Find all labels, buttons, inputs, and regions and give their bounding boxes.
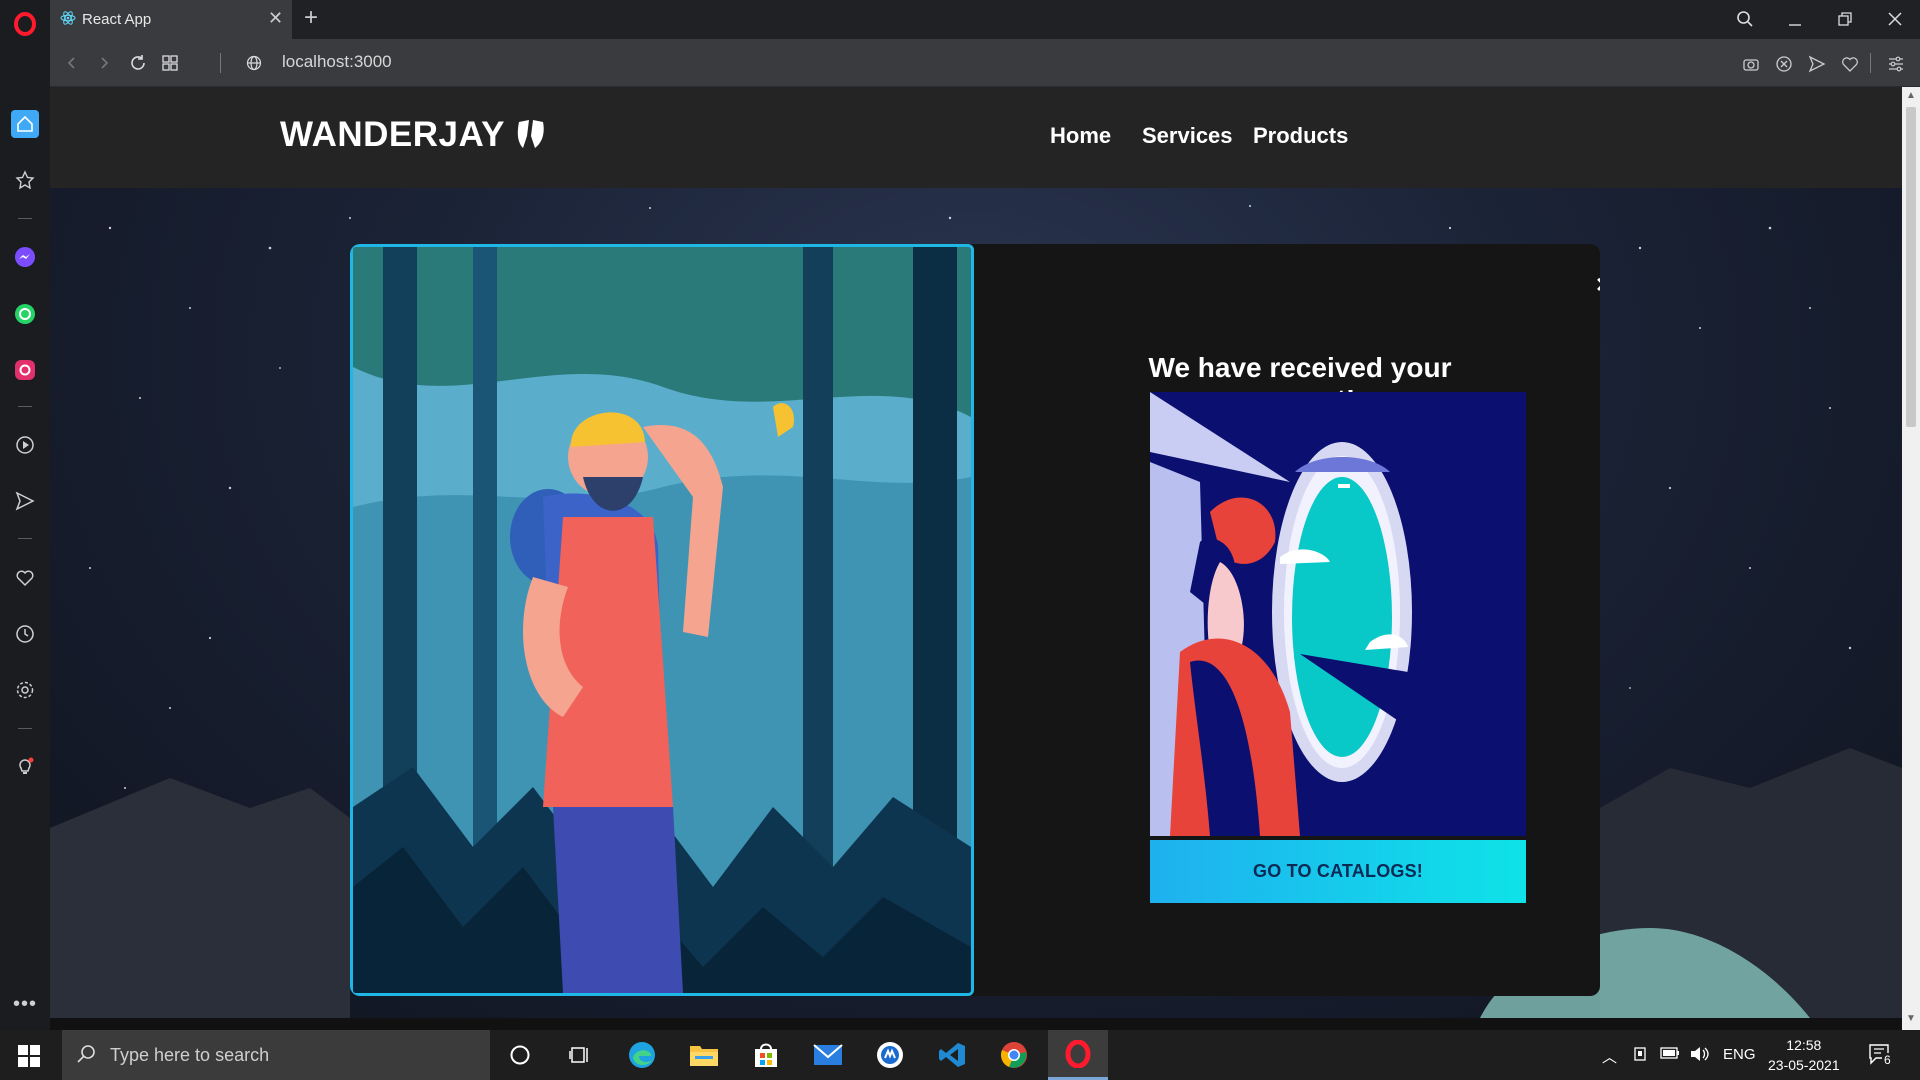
close-window-button[interactable] — [1880, 6, 1910, 32]
notification-icon[interactable]: 6 — [1868, 1043, 1893, 1069]
windows-taskbar: Type here to search ︿ ENG 12:58 23-05-20… — [0, 1030, 1920, 1080]
windows-start-icon[interactable] — [18, 1045, 40, 1067]
scroll-up-icon[interactable]: ▲ — [1906, 90, 1916, 101]
cortana-icon[interactable] — [490, 1030, 550, 1080]
page-scrollbar[interactable]: ▲ ▼ — [1902, 87, 1920, 1030]
system-clock[interactable]: 12:58 23-05-2021 — [1768, 1035, 1840, 1075]
request-modal: × We have received your request! — [350, 244, 1600, 996]
taskbar-search-box[interactable]: Type here to search — [62, 1030, 490, 1080]
minimize-button[interactable] — [1780, 6, 1810, 32]
address-bar: localhost:3000 — [50, 39, 1920, 87]
notification-count: 6 — [1882, 1053, 1893, 1067]
snapshot-icon[interactable] — [1740, 53, 1762, 75]
volume-icon[interactable] — [1690, 1046, 1710, 1066]
vscode-icon[interactable] — [922, 1030, 982, 1080]
restore-button[interactable] — [1830, 6, 1860, 32]
settings-icon[interactable] — [11, 676, 39, 704]
tray-device-icon[interactable] — [1632, 1046, 1648, 1066]
nav-home[interactable]: Home — [1050, 123, 1111, 149]
speed-dial-icon[interactable] — [158, 51, 182, 75]
nav-products[interactable]: Products — [1253, 123, 1348, 149]
search-tabs-icon[interactable] — [1730, 6, 1760, 32]
forward-icon[interactable] — [92, 51, 116, 75]
page-viewport: WANDERJAY Home Services Products We have… — [50, 87, 1902, 1018]
hiker-illustration — [350, 244, 974, 996]
easy-setup-icon[interactable] — [1885, 53, 1907, 75]
opera-logo-icon[interactable] — [11, 10, 39, 38]
battery-icon[interactable] — [1660, 1046, 1680, 1064]
more-icon[interactable]: ••• — [11, 990, 39, 1018]
language-indicator[interactable]: ENG — [1723, 1046, 1756, 1063]
heart-icon[interactable] — [11, 564, 39, 592]
brand-name: WANDERJAY — [280, 115, 505, 154]
file-explorer-icon[interactable] — [674, 1030, 734, 1080]
tab-title: React App — [82, 11, 152, 28]
tab-react-app[interactable]: React App ✕ — [50, 0, 292, 39]
whatsapp-icon[interactable] — [11, 300, 39, 328]
globe-icon — [242, 51, 266, 75]
tab-strip: React App ✕ + — [50, 0, 1920, 39]
scroll-thumb[interactable] — [1906, 107, 1916, 427]
history-icon[interactable] — [11, 620, 39, 648]
bookmark-heart-icon[interactable] — [1839, 53, 1861, 75]
go-to-catalogs-button[interactable]: GO TO CATALOGS! — [1150, 840, 1526, 903]
hero-background: × We have received your request! — [50, 188, 1902, 1018]
brand-shield-icon — [517, 120, 544, 148]
airplane-window-illustration — [1150, 392, 1526, 836]
mail-icon[interactable] — [798, 1030, 858, 1080]
tray-overflow-icon[interactable]: ︿ — [1602, 1046, 1617, 1067]
star-icon[interactable] — [11, 166, 39, 194]
adblock-icon[interactable] — [1773, 53, 1795, 75]
back-icon[interactable] — [60, 51, 84, 75]
browser-sidebar: ••• — [0, 0, 50, 1030]
new-tab-button[interactable]: + — [304, 4, 318, 32]
tips-icon[interactable] — [11, 752, 39, 780]
flow-send-icon[interactable] — [1806, 53, 1828, 75]
clock-date: 23-05-2021 — [1768, 1057, 1840, 1073]
reload-icon[interactable] — [126, 51, 150, 75]
messenger-icon[interactable] — [11, 243, 39, 271]
site-logo[interactable]: WANDERJAY — [280, 115, 547, 155]
app-icon[interactable] — [860, 1030, 920, 1080]
nav-services[interactable]: Services — [1142, 123, 1233, 149]
search-placeholder: Type here to search — [110, 1045, 270, 1065]
edge-icon[interactable] — [612, 1030, 672, 1080]
send-icon[interactable] — [11, 487, 39, 515]
react-favicon-icon — [60, 10, 76, 31]
scroll-down-icon[interactable]: ▼ — [1906, 1013, 1916, 1024]
player-icon[interactable] — [11, 431, 39, 459]
opera-icon[interactable] — [1048, 1030, 1108, 1080]
clock-time: 12:58 — [1786, 1037, 1822, 1053]
tab-close-icon[interactable]: ✕ — [268, 8, 283, 29]
url-field[interactable]: localhost:3000 — [282, 52, 392, 72]
task-view-icon[interactable] — [550, 1030, 610, 1080]
instagram-icon[interactable] — [11, 356, 39, 384]
modal-close-button[interactable]: × — [1596, 269, 1600, 300]
site-navbar: WANDERJAY Home Services Products — [50, 87, 1902, 188]
home-icon[interactable] — [11, 110, 39, 138]
chrome-icon[interactable] — [984, 1030, 1044, 1080]
store-icon[interactable] — [736, 1030, 796, 1080]
search-icon — [76, 1044, 96, 1069]
